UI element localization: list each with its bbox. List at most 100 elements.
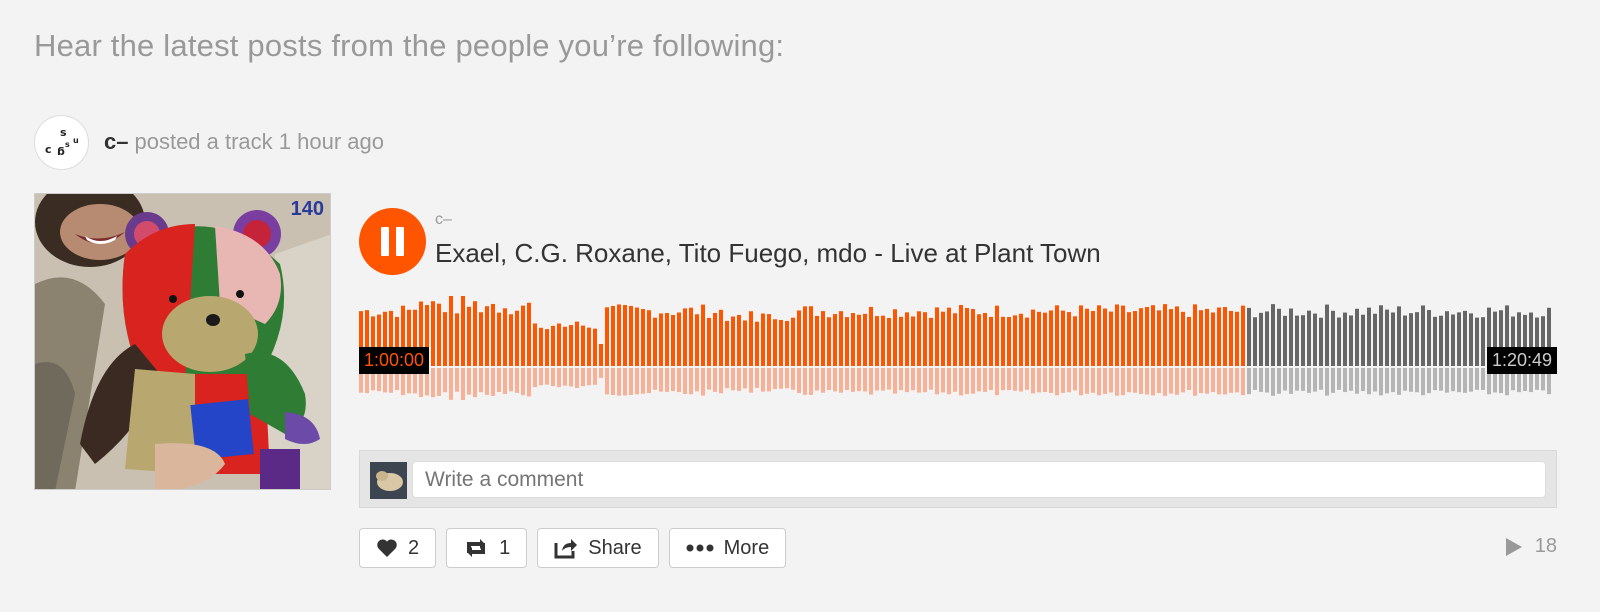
track-artwork[interactable]: 140	[34, 193, 331, 490]
waveform-bar	[851, 313, 855, 366]
waveform-bar	[737, 314, 741, 366]
waveform-bar	[1319, 317, 1323, 366]
waveform-bar	[875, 316, 879, 366]
waveform-bar	[497, 312, 501, 366]
waveform-bar	[941, 311, 945, 366]
waveform-bar	[767, 314, 771, 366]
waveform-bar	[473, 301, 477, 366]
waveform-bar	[1325, 304, 1329, 366]
waveform-bar	[1331, 310, 1335, 366]
waveform-reflection-bar	[1043, 368, 1047, 392]
track-title[interactable]: Exael, C.G. Roxane, Tito Fuego, mdo - Li…	[435, 238, 1101, 269]
waveform-reflection-bar	[1253, 368, 1257, 390]
track-username[interactable]: c–	[435, 211, 452, 229]
waveform-reflection-bar	[611, 368, 615, 396]
waveform-bar	[1085, 308, 1089, 366]
avatar-letter: u	[73, 135, 79, 145]
waveform-reflection-bar	[1061, 368, 1065, 393]
waveform-bar	[1391, 312, 1395, 366]
waveform-reflection-bar	[1139, 368, 1143, 395]
waveform-reflection-bar	[647, 368, 651, 394]
waveform-bar	[461, 296, 465, 366]
waveform-reflection-bar	[1379, 368, 1383, 396]
waveform-reflection-bar	[521, 368, 525, 396]
waveform-reflection-bar	[677, 368, 681, 393]
waveform-reflection-bar	[881, 368, 885, 391]
waveform-reflection-bar	[977, 368, 981, 392]
share-button[interactable]: Share	[537, 528, 659, 568]
waveform-bar	[1241, 305, 1245, 366]
pause-button[interactable]	[359, 208, 426, 275]
waveform-bar	[1433, 316, 1437, 366]
waveform-reflection-bar	[527, 368, 531, 397]
waveform-bar	[1469, 313, 1473, 366]
waveform-seekbar[interactable]	[359, 296, 1557, 406]
waveform-reflection-bar	[1457, 368, 1461, 393]
stream-heading: Hear the latest posts from the people yo…	[34, 28, 785, 63]
artwork-number-label: 140	[290, 198, 324, 220]
waveform-reflection-bar	[1319, 368, 1323, 390]
waveform-bar	[707, 317, 711, 366]
waveform-reflection-bar	[1127, 368, 1131, 393]
repost-button[interactable]: 1	[446, 528, 528, 568]
waveform-reflection-bar	[1007, 368, 1011, 391]
waveform-bar	[1091, 311, 1095, 366]
waveform-reflection-bar	[935, 368, 939, 395]
waveform-reflection-bar	[689, 368, 693, 395]
waveform-bar	[551, 325, 555, 366]
waveform-reflection-bar	[1247, 368, 1251, 395]
waveform-reflection-bar	[1217, 368, 1221, 395]
waveform-bar	[1133, 311, 1137, 366]
waveform-reflection-bar	[1469, 368, 1473, 392]
waveform-bar	[1199, 310, 1203, 366]
post-description: c– posted a track 1 hour ago	[104, 129, 384, 155]
waveform-reflection-bar	[983, 368, 987, 392]
poster-avatar[interactable]: c s g s u	[34, 114, 89, 170]
elapsed-time: 1:00:00	[359, 347, 430, 374]
waveform-bar	[1427, 310, 1431, 366]
waveform-reflection-bar	[1235, 368, 1239, 393]
waveform-reflection-bar	[617, 368, 621, 396]
waveform-reflection-bar	[587, 368, 591, 386]
waveform-reflection-bar	[1367, 368, 1371, 395]
waveform-reflection-bar	[1163, 368, 1167, 396]
waveform-reflection-bar	[827, 368, 831, 390]
waveform-reflection-bar	[1115, 368, 1119, 396]
waveform-bar	[1259, 312, 1263, 366]
waveform-bar	[881, 315, 885, 366]
comment-input[interactable]	[412, 461, 1546, 498]
like-count: 2	[408, 536, 420, 559]
waveform-reflection-bar	[1427, 368, 1431, 394]
waveform-reflection-bar	[605, 368, 609, 395]
waveform-reflection-bar	[743, 368, 747, 389]
waveform-reflection-bar	[599, 368, 603, 378]
waveform-bar	[1475, 317, 1479, 366]
waveform-bar	[599, 344, 603, 366]
waveform-reflection-bar	[1019, 368, 1023, 392]
poster-username[interactable]: c–	[104, 129, 128, 154]
waveform-reflection-bar	[1313, 368, 1317, 392]
waveform-bar	[683, 308, 687, 366]
waveform-reflection-bar	[923, 368, 927, 393]
waveform-bar	[545, 329, 549, 366]
repost-count: 1	[499, 536, 511, 559]
like-button[interactable]: 2	[359, 528, 437, 568]
user-avatar	[370, 462, 407, 499]
waveform-bar	[929, 317, 933, 366]
waveform-bar	[815, 315, 819, 366]
waveform-bar	[1271, 304, 1275, 366]
waveform-bar	[677, 312, 681, 366]
more-button[interactable]: More	[668, 528, 787, 568]
waveform-bar	[1109, 311, 1113, 366]
waveform-bar	[533, 323, 537, 366]
waveform-reflection-bar	[533, 368, 537, 388]
waveform-bar	[1217, 307, 1221, 366]
waveform-reflection-bar	[1265, 368, 1269, 393]
waveform-bar	[1343, 312, 1347, 366]
waveform-reflection-bar	[1481, 368, 1485, 390]
waveform-bar	[1157, 310, 1161, 366]
waveform-reflection-bar	[1277, 368, 1281, 394]
waveform-bar	[713, 312, 717, 366]
waveform-reflection-bar	[905, 368, 909, 393]
waveform-reflection-bar	[1307, 368, 1311, 393]
